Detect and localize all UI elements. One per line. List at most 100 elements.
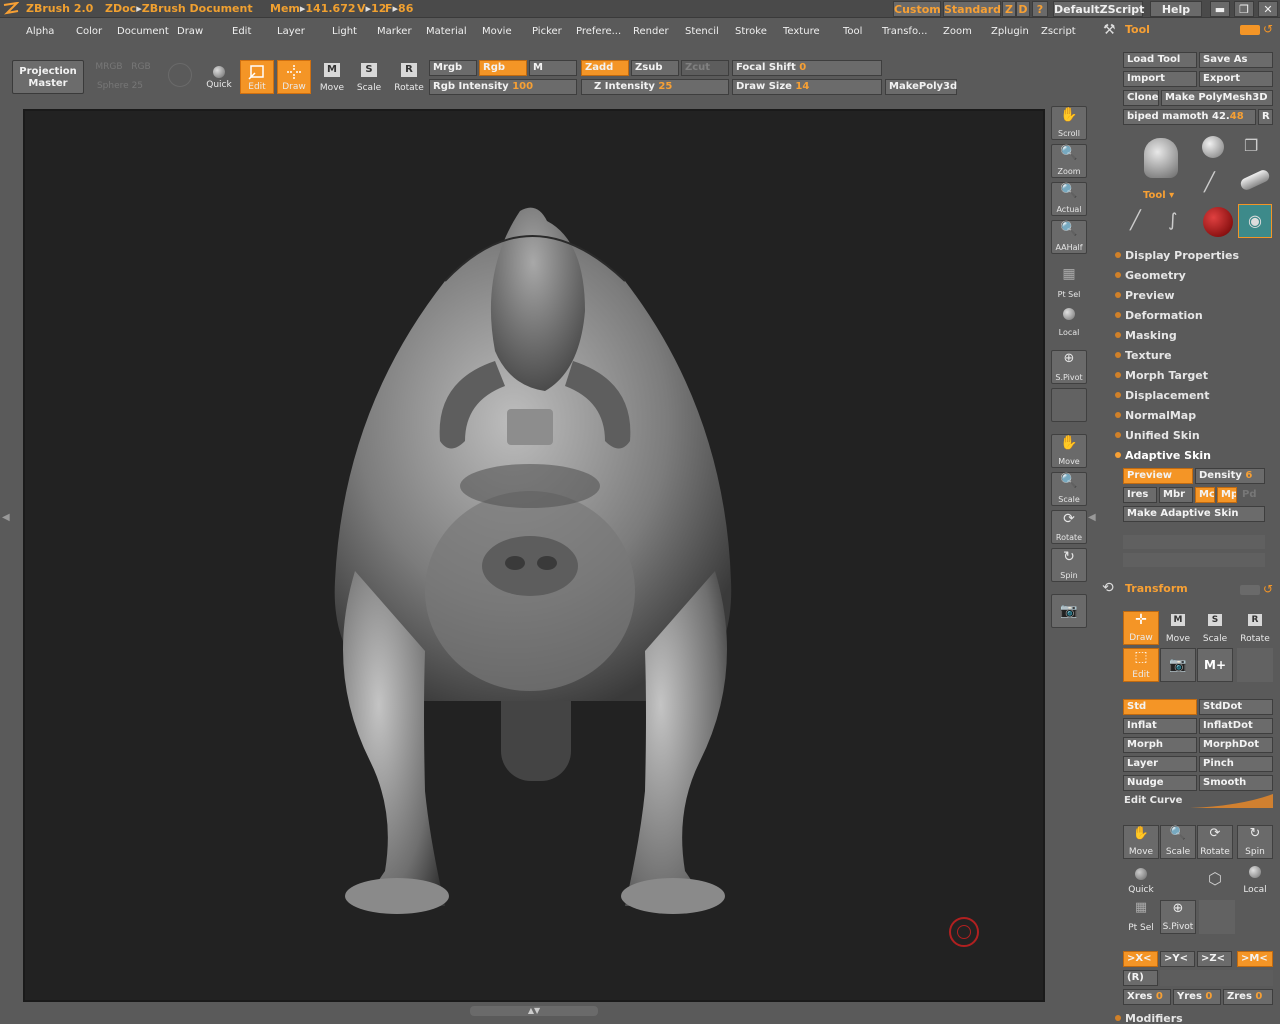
d-button[interactable]: D xyxy=(1016,1,1030,17)
current-tool-thumbnail[interactable] xyxy=(1138,134,1184,190)
scroll-button[interactable]: ✋ Scroll xyxy=(1051,106,1087,140)
menu-material[interactable]: Material xyxy=(426,26,467,37)
brush-stddot[interactable]: StdDot xyxy=(1199,699,1273,715)
document-canvas[interactable] xyxy=(23,109,1045,1002)
menu-stencil[interactable]: Stencil xyxy=(685,26,719,37)
t-spivot-button[interactable]: ⊕ S.Pivot xyxy=(1160,900,1196,934)
pt-sel-button[interactable]: ▦ Pt Sel xyxy=(1051,266,1087,300)
brush-layer[interactable]: Layer xyxy=(1123,756,1197,772)
zsub-button[interactable]: Zsub xyxy=(631,60,679,76)
local-button[interactable]: Local xyxy=(1051,304,1087,338)
mc-button[interactable]: Mc xyxy=(1195,487,1215,503)
makepoly3d-button[interactable]: MakePoly3d xyxy=(885,79,957,95)
close-icon[interactable]: ✕ xyxy=(1258,1,1278,17)
stack-tool-icon[interactable]: ❐ xyxy=(1244,136,1258,155)
menu-preferences[interactable]: Prefere... xyxy=(576,26,621,37)
sym-z-button[interactable]: >Z< xyxy=(1197,951,1232,967)
mammoth-tool-icon[interactable]: ◉ xyxy=(1238,204,1272,238)
ires-slider[interactable]: Ires xyxy=(1123,487,1157,503)
tool-thumb-label[interactable]: Tool ▾ xyxy=(1143,190,1174,201)
menu-draw[interactable]: Draw xyxy=(177,26,203,37)
unified-skin-section[interactable]: Unified Skin xyxy=(1115,429,1200,442)
t-quick-button[interactable]: Quick xyxy=(1123,862,1159,896)
brush-smooth[interactable]: Smooth xyxy=(1199,775,1273,791)
mp-button[interactable]: Mp xyxy=(1217,487,1237,503)
t-pt-sel-button[interactable]: ▦ Pt Sel xyxy=(1123,900,1159,934)
clone-button[interactable]: Clone xyxy=(1123,90,1159,106)
t-rotate-button[interactable]: ⟳ Rotate xyxy=(1197,825,1233,859)
zcut-button[interactable]: Zcut xyxy=(681,60,729,76)
minimize-icon[interactable]: ▬ xyxy=(1210,1,1230,17)
menu-picker[interactable]: Picker xyxy=(532,26,562,37)
adaptive-skin-section[interactable]: Adaptive Skin xyxy=(1115,449,1211,462)
default-zscript-button[interactable]: DefaultZScript xyxy=(1053,1,1144,17)
left-tray-arrow-icon[interactable]: ◀ xyxy=(2,512,10,523)
transform-rotate-button[interactable]: R Rotate xyxy=(1237,611,1273,645)
draw-size-slider[interactable]: Draw Size 14 xyxy=(732,79,882,95)
rotate-view-button[interactable]: ⟳ Rotate xyxy=(1051,510,1087,544)
transform-edit-button[interactable]: ⬚ Edit xyxy=(1123,648,1159,682)
brush-morph[interactable]: Morph xyxy=(1123,737,1197,753)
t-scale-button[interactable]: 🔍 Scale xyxy=(1160,825,1196,859)
scale-button[interactable]: S Scale xyxy=(352,60,386,94)
custom-button[interactable]: Custom xyxy=(893,1,941,17)
modifiers-section[interactable]: Modifiers xyxy=(1115,1012,1183,1024)
yres-slider[interactable]: Yres 0 xyxy=(1173,989,1221,1005)
menu-layer[interactable]: Layer xyxy=(277,26,305,37)
transform-move-button[interactable]: M Move xyxy=(1160,611,1196,645)
menu-zoom[interactable]: Zoom xyxy=(943,26,972,37)
focal-shift-slider[interactable]: Focal Shift 0 xyxy=(732,60,882,76)
rotate-button[interactable]: R Rotate xyxy=(392,60,426,94)
red-sphere-tool-icon[interactable] xyxy=(1203,207,1233,237)
mbr-slider[interactable]: Mbr xyxy=(1159,487,1193,503)
deformation-section[interactable]: Deformation xyxy=(1115,309,1203,322)
tool-panel-dock-icon[interactable] xyxy=(1240,25,1260,35)
tool-panel-reset-icon[interactable]: ↺ xyxy=(1263,22,1273,36)
aahalf-button[interactable]: 🔍 AAHalf xyxy=(1051,220,1087,254)
projection-master-button[interactable]: Projection Master xyxy=(12,60,84,94)
transform-dock-icon[interactable] xyxy=(1240,585,1260,595)
export-button[interactable]: Export xyxy=(1199,71,1273,87)
brush-inflatdot[interactable]: InflatDot xyxy=(1199,718,1273,734)
mrgb-button[interactable]: Mrgb xyxy=(429,60,477,76)
display-properties-section[interactable]: Display Properties xyxy=(1115,249,1239,262)
t-local-button[interactable]: Local xyxy=(1237,862,1273,896)
menu-edit[interactable]: Edit xyxy=(232,26,251,37)
s-pivot-button[interactable]: ⊕ S.Pivot xyxy=(1051,350,1087,384)
menu-light[interactable]: Light xyxy=(332,26,357,37)
menu-texture[interactable]: Texture xyxy=(783,26,820,37)
spin-view-button[interactable]: ↻ Spin xyxy=(1051,548,1087,582)
make-polymesh3d-button[interactable]: Make PolyMesh3D xyxy=(1161,90,1273,106)
density-slider[interactable]: Density 6 xyxy=(1195,468,1265,484)
r-button[interactable]: R xyxy=(1258,109,1273,125)
move-view-button[interactable]: ✋ Move xyxy=(1051,434,1087,468)
radial-r-button[interactable]: (R) xyxy=(1123,970,1158,986)
normalmap-section[interactable]: NormalMap xyxy=(1115,409,1196,422)
transform-morph-button[interactable]: M+ xyxy=(1197,648,1233,682)
m-button[interactable]: M xyxy=(529,60,577,76)
t-cube-button[interactable]: ⬡ xyxy=(1197,862,1233,896)
menu-zplugin[interactable]: Zplugin xyxy=(991,26,1029,37)
preview-button[interactable]: Preview xyxy=(1123,468,1193,484)
t-move-button[interactable]: ✋ Move xyxy=(1123,825,1159,859)
menu-tool[interactable]: Tool xyxy=(843,26,862,37)
zoom-button[interactable]: 🔍 Zoom xyxy=(1051,144,1087,178)
spheres-tool-icon[interactable] xyxy=(1202,136,1224,158)
masking-section[interactable]: Masking xyxy=(1115,329,1177,342)
brush-nudge[interactable]: Nudge xyxy=(1123,775,1197,791)
help-question-button[interactable]: ? xyxy=(1032,1,1048,17)
sym-m-button[interactable]: >M< xyxy=(1237,951,1273,967)
actual-button[interactable]: 🔍 Actual xyxy=(1051,182,1087,216)
displacement-section[interactable]: Displacement xyxy=(1115,389,1210,402)
draw-button[interactable]: Draw xyxy=(277,60,311,94)
menu-color[interactable]: Color xyxy=(76,26,102,37)
texture-section[interactable]: Texture xyxy=(1115,349,1172,362)
transform-draw-button[interactable]: ✛ Draw xyxy=(1123,611,1159,645)
edit-curve-graph[interactable] xyxy=(1190,794,1273,808)
menu-movie[interactable]: Movie xyxy=(482,26,512,37)
move-button[interactable]: M Move xyxy=(315,60,349,94)
help-button[interactable]: Help xyxy=(1150,1,1202,17)
z-button[interactable]: Z xyxy=(1002,1,1016,17)
bottom-tray-arrow-icon[interactable]: ▲▼ xyxy=(470,1006,598,1016)
menu-marker[interactable]: Marker xyxy=(377,26,412,37)
